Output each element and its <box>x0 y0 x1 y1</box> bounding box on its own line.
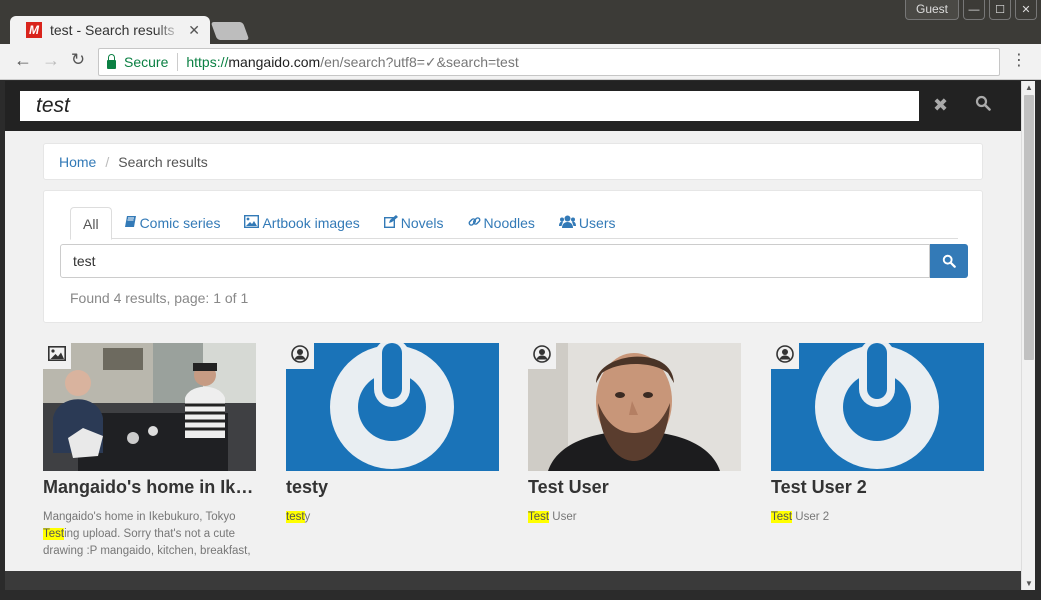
tab-label: Noodles <box>483 215 535 231</box>
page-scrollbar[interactable]: ▲ ▼ <box>1021 81 1035 590</box>
maximize-icon[interactable]: ☐ <box>989 0 1011 20</box>
result-card[interactable]: Mangaido's home in Ikebukuro, Tokyo Mang… <box>43 343 256 560</box>
book-icon <box>124 215 137 231</box>
search-panel: All Comic series Artbook images Novels N… <box>43 190 983 323</box>
desc-text: Mangaido's home in Ikebukuro, Tokyo <box>43 511 236 523</box>
new-tab-button[interactable] <box>210 22 250 40</box>
scroll-up-arrow-icon[interactable]: ▲ <box>1025 83 1033 92</box>
result-type-badge <box>528 343 556 369</box>
result-title[interactable]: testy <box>286 477 499 498</box>
result-card[interactable]: Test User Test User <box>528 343 741 526</box>
breadcrumb-home-link[interactable]: Home <box>59 154 96 170</box>
tab-label: Users <box>578 215 616 231</box>
window-controls: Guest — ☐ ✕ <box>904 0 1037 20</box>
url-path: /en/search?utf8=✓&search=test <box>320 53 519 70</box>
tab-artbook-images[interactable]: Artbook images <box>232 207 371 239</box>
desc-text: User 2 <box>792 511 830 523</box>
breadcrumb: Home / Search results <box>43 143 983 180</box>
user-circle-icon <box>533 344 551 368</box>
browser-menu-icon[interactable]: ⋮ <box>1011 53 1027 69</box>
image-icon <box>244 214 260 231</box>
browser-titlebar: M test - Search results ✕ Guest — ☐ ✕ <box>0 0 1041 44</box>
user-circle-icon <box>776 344 794 368</box>
close-tab-icon[interactable]: ✕ <box>188 22 200 39</box>
result-title[interactable]: Test User 2 <box>771 477 984 498</box>
result-thumbnail[interactable] <box>43 343 256 471</box>
result-title[interactable]: Mangaido's home in Ikebukuro, Tokyo <box>43 477 256 498</box>
back-arrow-icon[interactable]: ← <box>12 50 34 71</box>
search-highlight: Test <box>528 511 550 523</box>
clear-search-icon[interactable]: ✖ <box>933 95 948 116</box>
tab-noodles[interactable]: Noodles <box>456 207 547 239</box>
site-search-bar: ✖ <box>5 81 1021 131</box>
search-highlight: Test <box>43 528 65 540</box>
image-icon <box>48 346 66 366</box>
user-avatar-photo <box>528 343 741 471</box>
result-thumbnail[interactable] <box>771 343 984 471</box>
search-highlight: test <box>286 511 305 523</box>
page-footer <box>5 571 1021 590</box>
result-type-badge <box>286 343 314 369</box>
tab-all[interactable]: All <box>70 207 112 240</box>
users-icon <box>558 215 576 231</box>
default-avatar-image <box>286 343 499 471</box>
tab-label: Novels <box>400 215 444 231</box>
tab-comic-series[interactable]: Comic series <box>112 207 233 239</box>
result-thumbnail[interactable] <box>528 343 741 471</box>
tab-label: Comic series <box>139 215 221 231</box>
page-viewport: ✖ Home / Search results All Comic series… <box>5 81 1021 590</box>
result-card[interactable]: Test User 2 Test User 2 <box>771 343 984 526</box>
result-description: Mangaido's home in Ikebukuro, Tokyo Test… <box>43 509 256 560</box>
address-bar[interactable]: Secure https:// mangaido.com /en/search?… <box>98 48 1000 76</box>
reload-icon[interactable]: ↻ <box>67 50 89 70</box>
search-highlight: Test <box>771 511 793 523</box>
site-search-input[interactable] <box>20 91 919 121</box>
result-type-badge <box>771 343 799 369</box>
browser-toolbar: ← → ↻ Secure https:// mangaido.com /en/s… <box>0 44 1041 80</box>
result-thumbnail[interactable] <box>286 343 499 471</box>
desc-text: y <box>304 511 311 523</box>
search-icon <box>942 254 956 268</box>
forward-arrow-icon[interactable]: → <box>40 50 62 71</box>
secure-label: Secure <box>124 54 169 70</box>
profile-button[interactable]: Guest <box>904 0 959 20</box>
tab-label: All <box>83 216 99 232</box>
user-circle-icon <box>291 344 309 368</box>
search-query-input[interactable] <box>60 244 930 278</box>
mangaido-favicon-icon: M <box>26 22 42 38</box>
result-description: testy <box>286 509 499 526</box>
result-type-badge <box>43 343 71 369</box>
result-description: Test User 2 <box>771 509 984 526</box>
edit-icon <box>383 215 398 231</box>
close-window-icon[interactable]: ✕ <box>1015 0 1037 20</box>
scroll-down-arrow-icon[interactable]: ▼ <box>1025 579 1033 588</box>
scrollbar-thumb[interactable] <box>1024 95 1034 360</box>
tab-novels[interactable]: Novels <box>372 207 456 239</box>
result-title[interactable]: Test User <box>528 477 741 498</box>
breadcrumb-current: Search results <box>118 153 208 170</box>
search-icon[interactable] <box>975 95 991 116</box>
tab-users[interactable]: Users <box>547 207 628 239</box>
url-scheme: https:// <box>186 54 229 70</box>
link-icon <box>468 215 481 231</box>
default-avatar-image <box>771 343 984 471</box>
lock-icon <box>107 53 116 69</box>
desc-text: User <box>549 511 577 523</box>
minimize-icon[interactable]: — <box>963 0 985 20</box>
browser-tab[interactable]: M test - Search results ✕ <box>10 16 210 44</box>
url-host: mangaido.com <box>228 54 321 70</box>
breadcrumb-separator: / <box>105 153 110 170</box>
results-count: Found 4 results, page: 1 of 1 <box>70 290 249 306</box>
tab-title: test - Search results <box>50 22 175 38</box>
search-submit-button[interactable] <box>930 244 968 278</box>
search-tabs: All Comic series Artbook images Novels N… <box>70 207 958 240</box>
result-card[interactable]: testy testy <box>286 343 499 526</box>
result-description: Test User <box>528 509 741 526</box>
desc-text: ing upload. Sorry that's not a cute draw… <box>43 528 251 557</box>
omnibox-divider <box>177 53 179 71</box>
tab-label: Artbook images <box>262 215 360 231</box>
